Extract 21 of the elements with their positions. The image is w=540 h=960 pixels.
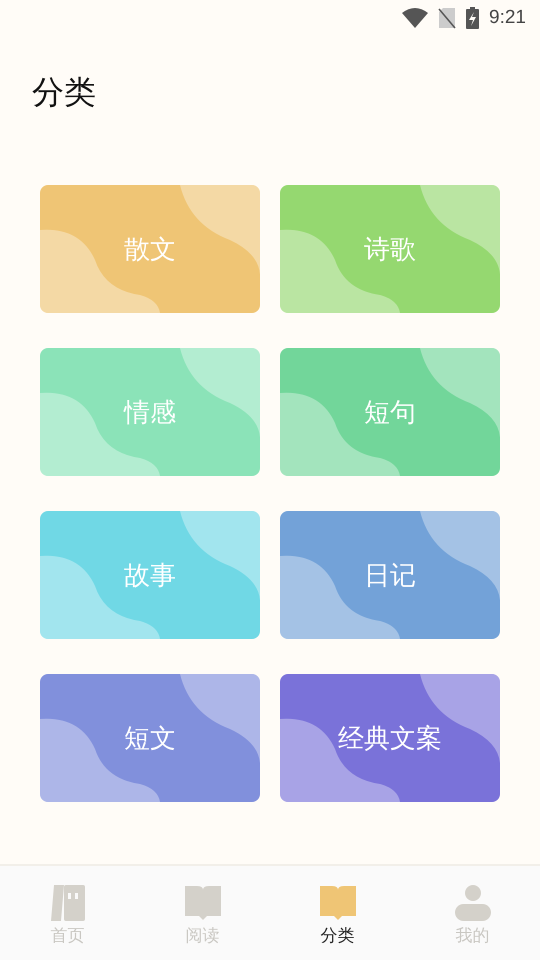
category-card[interactable]: 经典文案	[280, 674, 500, 802]
status-time: 9:21	[489, 7, 526, 29]
category-card[interactable]: 短句	[280, 348, 500, 476]
category-card[interactable]: 短文	[40, 674, 260, 802]
nav-tab[interactable]: 首页	[0, 866, 135, 960]
category-card[interactable]: 诗歌	[280, 185, 500, 313]
nav-tab[interactable]: 分类	[270, 866, 405, 960]
nav-tab[interactable]: 我的	[405, 866, 540, 960]
wifi-icon	[402, 8, 428, 28]
person-icon	[454, 884, 492, 922]
battery-icon	[466, 7, 480, 29]
category-card[interactable]: 情感	[40, 348, 260, 476]
category-card[interactable]: 日记	[280, 511, 500, 639]
book-icon	[184, 884, 222, 922]
no-sim-icon	[438, 7, 456, 29]
category-card[interactable]: 故事	[40, 511, 260, 639]
books-icon	[48, 884, 86, 922]
page-title: 分类	[32, 72, 97, 112]
book-icon	[318, 884, 356, 922]
category-card[interactable]: 散文	[40, 185, 260, 313]
nav-tab[interactable]: 阅读	[135, 866, 270, 960]
